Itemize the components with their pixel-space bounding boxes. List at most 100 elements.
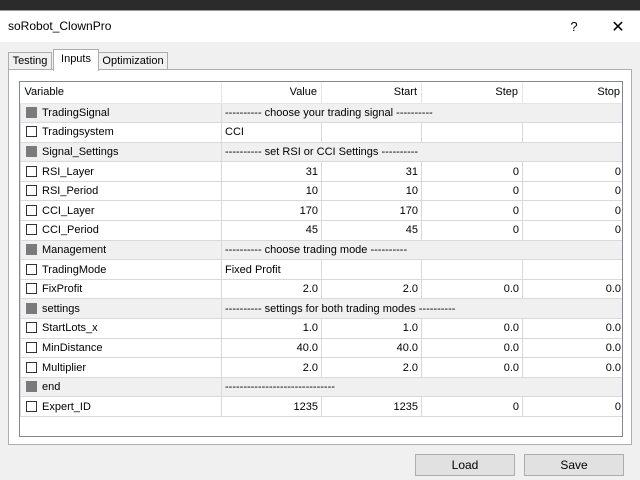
value-cell[interactable]: 2.0 xyxy=(221,278,322,300)
load-button[interactable]: Load xyxy=(415,454,515,476)
variable-cell[interactable]: FixProfit xyxy=(20,278,222,300)
tab-inputs[interactable]: Inputs xyxy=(53,49,99,71)
step-cell[interactable]: 0 xyxy=(421,180,523,202)
stop-cell[interactable]: 0 xyxy=(522,200,622,222)
variable-cell[interactable]: Multiplier xyxy=(20,357,222,378)
start-cell[interactable] xyxy=(321,259,422,280)
variable-cell[interactable]: Tradingsystem xyxy=(20,122,222,143)
optimize-checkbox[interactable] xyxy=(26,302,37,314)
column-header-value[interactable]: Value xyxy=(221,82,322,104)
value-cell[interactable]: 40.0 xyxy=(221,337,322,359)
optimize-checkbox[interactable] xyxy=(26,126,37,138)
column-header-step[interactable]: Step xyxy=(421,82,523,104)
step-cell[interactable]: 0.0 xyxy=(421,337,523,359)
table-row[interactable]: CCI_Period 45 45 0 0 xyxy=(20,220,622,241)
variable-cell[interactable]: TradingSignal xyxy=(20,102,222,124)
start-cell[interactable] xyxy=(321,122,422,143)
start-cell[interactable]: 40.0 xyxy=(321,337,422,359)
step-cell[interactable]: 0.0 xyxy=(421,357,523,378)
tab-optimization[interactable]: Optimization xyxy=(98,52,168,70)
column-header-variable[interactable]: Variable xyxy=(20,82,222,104)
start-cell[interactable]: 1235 xyxy=(321,396,422,417)
optimize-checkbox[interactable] xyxy=(26,185,37,197)
start-cell[interactable]: 2.0 xyxy=(321,278,422,300)
step-cell[interactable]: 0 xyxy=(421,161,523,182)
stop-cell[interactable] xyxy=(522,259,622,280)
optimize-checkbox[interactable] xyxy=(26,341,37,353)
optimize-checkbox[interactable] xyxy=(26,106,37,118)
optimize-checkbox[interactable] xyxy=(26,145,37,157)
table-row[interactable]: RSI_Layer 31 31 0 0 xyxy=(20,161,622,182)
optimize-checkbox[interactable] xyxy=(26,204,37,216)
optimize-checkbox[interactable] xyxy=(26,361,37,373)
value-cell[interactable]: 1.0 xyxy=(221,318,322,339)
variable-cell[interactable]: RSI_Layer xyxy=(20,161,222,182)
stop-cell[interactable]: 0 xyxy=(522,396,622,417)
start-cell[interactable]: 2.0 xyxy=(321,357,422,378)
stop-cell[interactable]: 0.0 xyxy=(522,337,622,359)
optimize-checkbox[interactable] xyxy=(26,322,37,334)
save-button[interactable]: Save xyxy=(524,454,624,476)
optimize-checkbox[interactable] xyxy=(26,224,37,236)
optimize-checkbox[interactable] xyxy=(26,381,37,393)
variable-cell[interactable]: StartLots_x xyxy=(20,318,222,339)
variable-cell[interactable]: RSI_Period xyxy=(20,180,222,202)
start-cell[interactable]: 45 xyxy=(321,220,422,241)
stop-cell[interactable]: 0 xyxy=(522,180,622,202)
table-row[interactable]: FixProfit 2.0 2.0 0.0 0.0 xyxy=(20,278,622,300)
start-cell[interactable]: 10 xyxy=(321,180,422,202)
section-row[interactable]: Signal_Settings ---------- set RSI or CCI… xyxy=(20,141,622,163)
stop-cell[interactable]: 0.0 xyxy=(522,318,622,339)
table-row[interactable]: MinDistance 40.0 40.0 0.0 0.0 xyxy=(20,337,622,359)
start-cell[interactable]: 1.0 xyxy=(321,318,422,339)
step-cell[interactable]: 0 xyxy=(421,396,523,417)
optimize-checkbox[interactable] xyxy=(26,400,37,412)
step-cell[interactable]: 0 xyxy=(421,200,523,222)
variable-cell[interactable]: CCI_Layer xyxy=(20,200,222,222)
optimize-checkbox[interactable] xyxy=(26,283,37,295)
stop-cell[interactable] xyxy=(522,122,622,143)
optimize-checkbox[interactable] xyxy=(26,243,37,255)
step-cell[interactable] xyxy=(421,122,523,143)
variable-cell[interactable]: CCI_Period xyxy=(20,220,222,241)
step-cell[interactable]: 0.0 xyxy=(421,278,523,300)
value-cell[interactable]: 2.0 xyxy=(221,357,322,378)
close-icon[interactable]: ✕ xyxy=(596,11,640,42)
column-header-stop[interactable]: Stop xyxy=(522,82,622,104)
table-row[interactable]: StartLots_x 1.0 1.0 0.0 0.0 xyxy=(20,318,622,339)
column-header-start[interactable]: Start xyxy=(321,82,422,104)
value-cell[interactable]: 170 xyxy=(221,200,322,222)
stop-cell[interactable]: 0.0 xyxy=(522,357,622,378)
value-cell[interactable]: 10 xyxy=(221,180,322,202)
tab-testing[interactable]: Testing xyxy=(8,52,52,70)
variable-cell[interactable]: TradingMode xyxy=(20,259,222,280)
start-cell[interactable]: 31 xyxy=(321,161,422,182)
table-row[interactable]: Multiplier 2.0 2.0 0.0 0.0 xyxy=(20,357,622,378)
value-cell[interactable]: Fixed Profit xyxy=(221,259,322,280)
optimize-checkbox[interactable] xyxy=(26,165,37,177)
table-row[interactable]: Expert_ID 1235 1235 0 0 xyxy=(20,396,622,417)
table-row[interactable]: RSI_Period 10 10 0 0 xyxy=(20,180,622,202)
stop-cell[interactable]: 0 xyxy=(522,161,622,182)
step-cell[interactable]: 0 xyxy=(421,220,523,241)
table-row[interactable]: CCI_Layer 170 170 0 0 xyxy=(20,200,622,222)
stop-cell[interactable]: 0.0 xyxy=(522,278,622,300)
section-row[interactable]: TradingSignal ---------- choose your trad… xyxy=(20,102,622,124)
table-row[interactable]: Tradingsystem CCI xyxy=(20,122,622,143)
variable-cell[interactable]: MinDistance xyxy=(20,337,222,359)
stop-cell[interactable]: 0 xyxy=(522,220,622,241)
value-cell[interactable]: 45 xyxy=(221,220,322,241)
variable-cell[interactable]: Expert_ID xyxy=(20,396,222,417)
section-row[interactable]: settings ---------- settings for both tra… xyxy=(20,298,622,320)
value-cell[interactable]: 31 xyxy=(221,161,322,182)
section-row[interactable]: Management ---------- choose trading mode… xyxy=(20,239,622,261)
step-cell[interactable]: 0.0 xyxy=(421,318,523,339)
table-row[interactable]: TradingMode Fixed Profit xyxy=(20,259,622,280)
section-row[interactable]: end ------------------------------ xyxy=(20,376,622,398)
variable-cell[interactable]: Signal_Settings xyxy=(20,141,222,163)
value-cell[interactable]: CCI xyxy=(221,122,322,143)
optimize-checkbox[interactable] xyxy=(26,263,37,275)
variable-cell[interactable]: settings xyxy=(20,298,222,320)
value-cell[interactable]: 1235 xyxy=(221,396,322,417)
variable-cell[interactable]: end xyxy=(20,376,222,398)
